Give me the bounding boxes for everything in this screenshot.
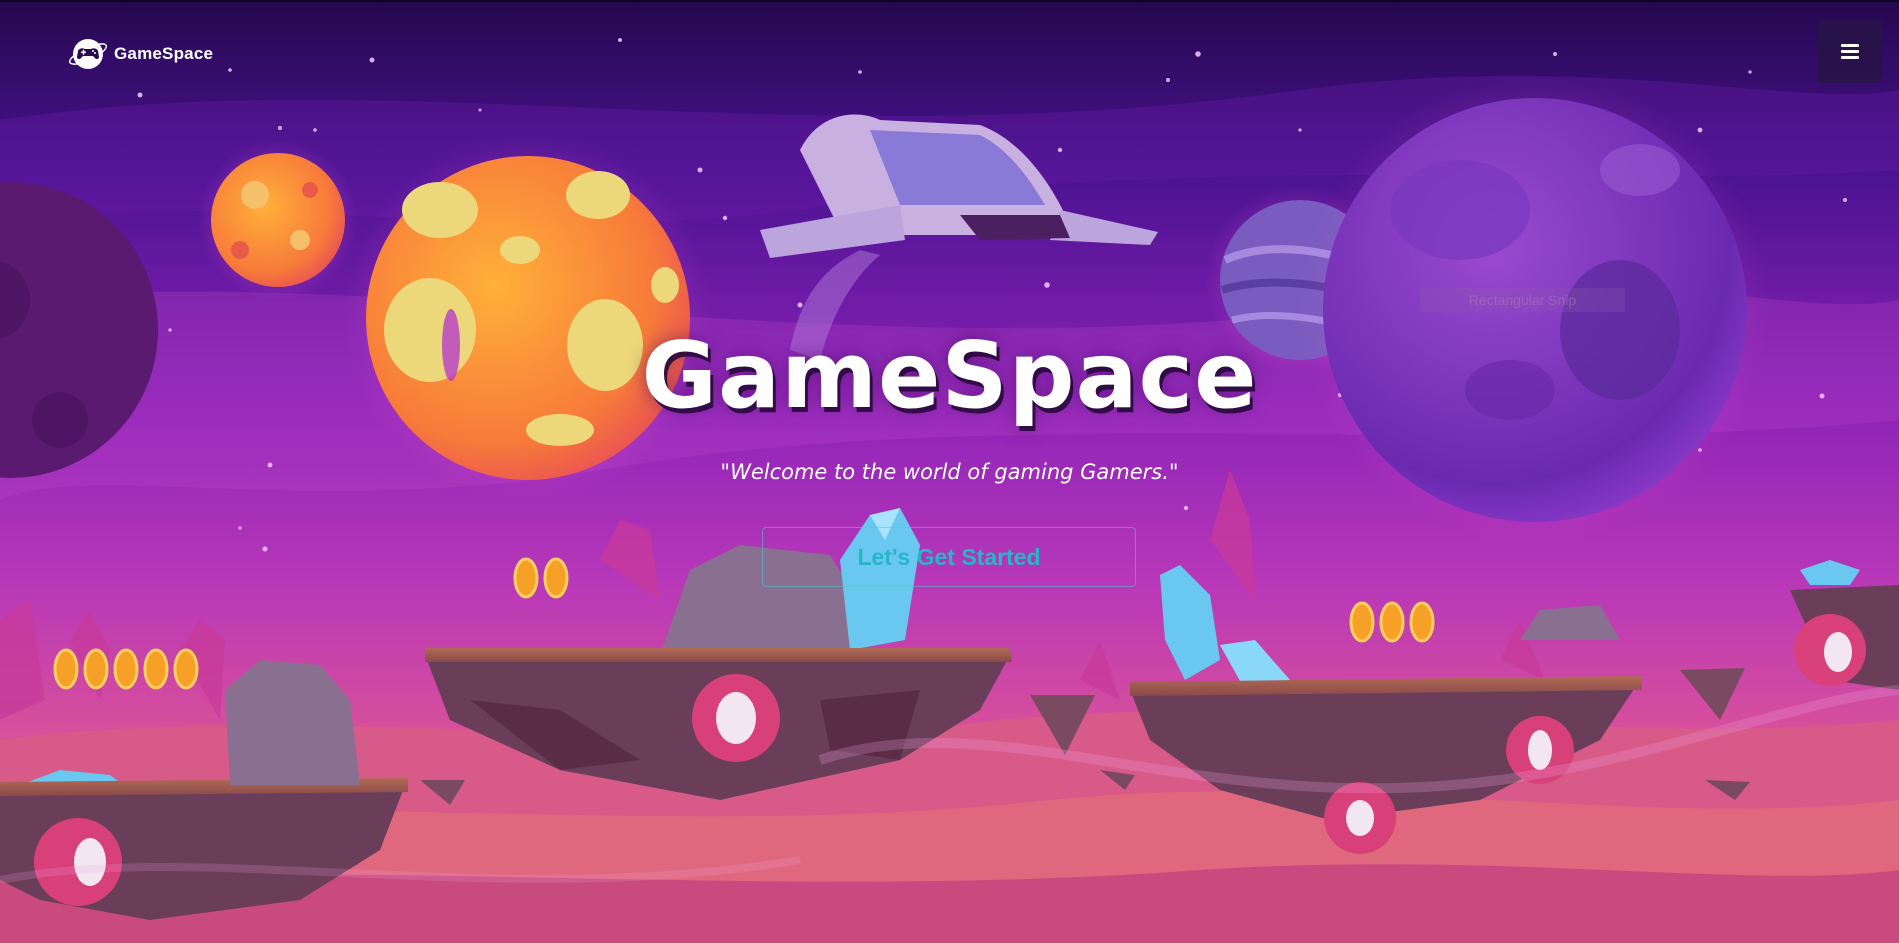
brand-link[interactable]: GameSpace	[66, 35, 213, 73]
hamburger-menu-icon	[1841, 44, 1859, 59]
get-started-button[interactable]: Let's Get Started	[762, 527, 1136, 587]
window-top-border	[0, 0, 1899, 2]
navbar: GameSpace	[0, 0, 1899, 100]
gamepad-icon	[68, 39, 108, 69]
get-started-label: Let's Get Started	[857, 543, 1041, 570]
brand-name: GameSpace	[114, 44, 214, 63]
snip-overlay-label: Rectangular Snip	[1420, 288, 1625, 312]
space-background	[0, 0, 1899, 943]
menu-toggle-button[interactable]	[1818, 20, 1882, 83]
